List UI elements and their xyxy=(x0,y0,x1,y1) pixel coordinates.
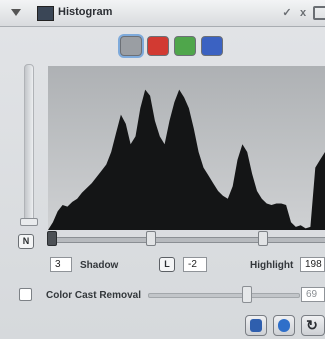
channel-red-button[interactable] xyxy=(147,36,169,56)
highlight-label: Highlight xyxy=(250,260,294,271)
close-button[interactable]: x xyxy=(297,7,309,19)
shadow-value-field[interactable]: 3 xyxy=(50,257,72,272)
histogram-graph xyxy=(48,66,325,230)
histogram-area xyxy=(48,89,325,230)
color-cast-slider-thumb[interactable] xyxy=(242,286,252,303)
midtone-lock-button[interactable]: L xyxy=(159,257,175,272)
channel-green-button[interactable] xyxy=(174,36,196,56)
auto-levels-icon xyxy=(250,319,262,332)
shadow-label: Shadow xyxy=(80,260,119,271)
highlight-slider-thumb[interactable] xyxy=(258,231,268,246)
histogram-panel: Histogram ✓ x N 3 Shadow L -2 Highlight … xyxy=(0,0,325,339)
midtone-value-field[interactable]: -2 xyxy=(183,257,207,272)
color-cast-label: Color Cast Removal xyxy=(46,290,142,301)
levels-slider-track[interactable] xyxy=(50,237,325,243)
color-cast-slider[interactable] xyxy=(148,293,300,298)
title-bar: Histogram ✓ x xyxy=(0,0,325,27)
color-cast-checkbox[interactable] xyxy=(19,288,32,301)
vertical-scale-slider[interactable] xyxy=(24,64,34,226)
color-cast-value-field[interactable]: 69 xyxy=(301,287,325,302)
midtone-slider-thumb[interactable] xyxy=(146,231,156,246)
refresh-icon: ↻ xyxy=(306,317,318,333)
refresh-button[interactable]: ↻ xyxy=(301,315,325,336)
panel-toggle-icon[interactable] xyxy=(313,6,325,20)
auto-levels-button[interactable] xyxy=(245,315,267,336)
reset-icon xyxy=(278,319,290,332)
channel-blue-button[interactable] xyxy=(201,36,223,56)
vertical-scale-thumb[interactable] xyxy=(20,218,38,226)
shadow-slider-thumb[interactable] xyxy=(47,231,57,246)
collapse-arrow-icon[interactable] xyxy=(11,9,21,16)
histogram-app-icon xyxy=(37,6,54,21)
reset-button[interactable] xyxy=(273,315,295,336)
normal-mode-button[interactable]: N xyxy=(18,234,34,249)
histogram-svg xyxy=(48,89,325,230)
channel-luminance-button[interactable] xyxy=(120,36,142,56)
highlight-value-field[interactable]: 198 xyxy=(300,257,325,272)
check-button[interactable]: ✓ xyxy=(281,7,293,19)
window-title: Histogram xyxy=(58,6,113,18)
